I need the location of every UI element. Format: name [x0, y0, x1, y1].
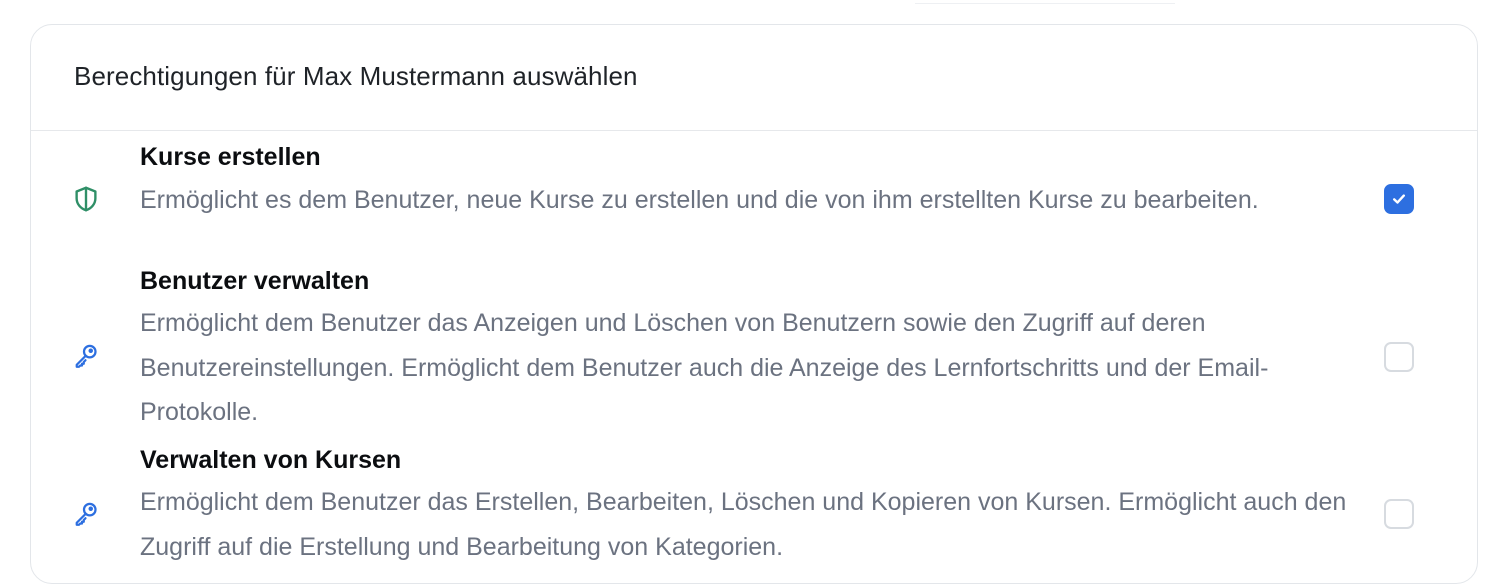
permission-text: Kurse erstellen Ermöglicht es dem Benutz…: [140, 141, 1350, 223]
permission-title: Kurse erstellen: [140, 143, 321, 171]
permission-title: Benutzer verwalten: [140, 267, 370, 295]
background-divider: [915, 0, 1175, 4]
permission-checkbox-create-courses[interactable]: [1384, 184, 1414, 214]
permission-description: Ermöglicht es dem Benutzer, neue Kurse z…: [140, 186, 1259, 214]
key-icon: [71, 341, 101, 371]
shield-icon: [71, 184, 101, 214]
permission-description: Ermöglicht dem Benutzer das Erstellen, B…: [140, 488, 1347, 561]
key-icon: [71, 499, 101, 529]
permission-text: Benutzer verwalten Ermöglicht dem Benutz…: [140, 265, 1350, 435]
permission-checkbox-manage-courses[interactable]: [1384, 499, 1414, 529]
card-header: Berechtigungen für Max Mustermann auswäh…: [31, 25, 1477, 131]
permission-title: Verwalten von Kursen: [140, 446, 402, 474]
check-icon: [1393, 194, 1405, 204]
dialog-title: Berechtigungen für Max Mustermann auswäh…: [74, 61, 638, 91]
permission-description: Ermöglicht dem Benutzer das Anzeigen und…: [140, 309, 1269, 426]
permission-checkbox-manage-users[interactable]: [1384, 342, 1414, 372]
permissions-card: Berechtigungen für Max Mustermann auswäh…: [30, 24, 1478, 584]
permission-text: Verwalten von Kursen Ermöglicht dem Benu…: [140, 444, 1350, 569]
